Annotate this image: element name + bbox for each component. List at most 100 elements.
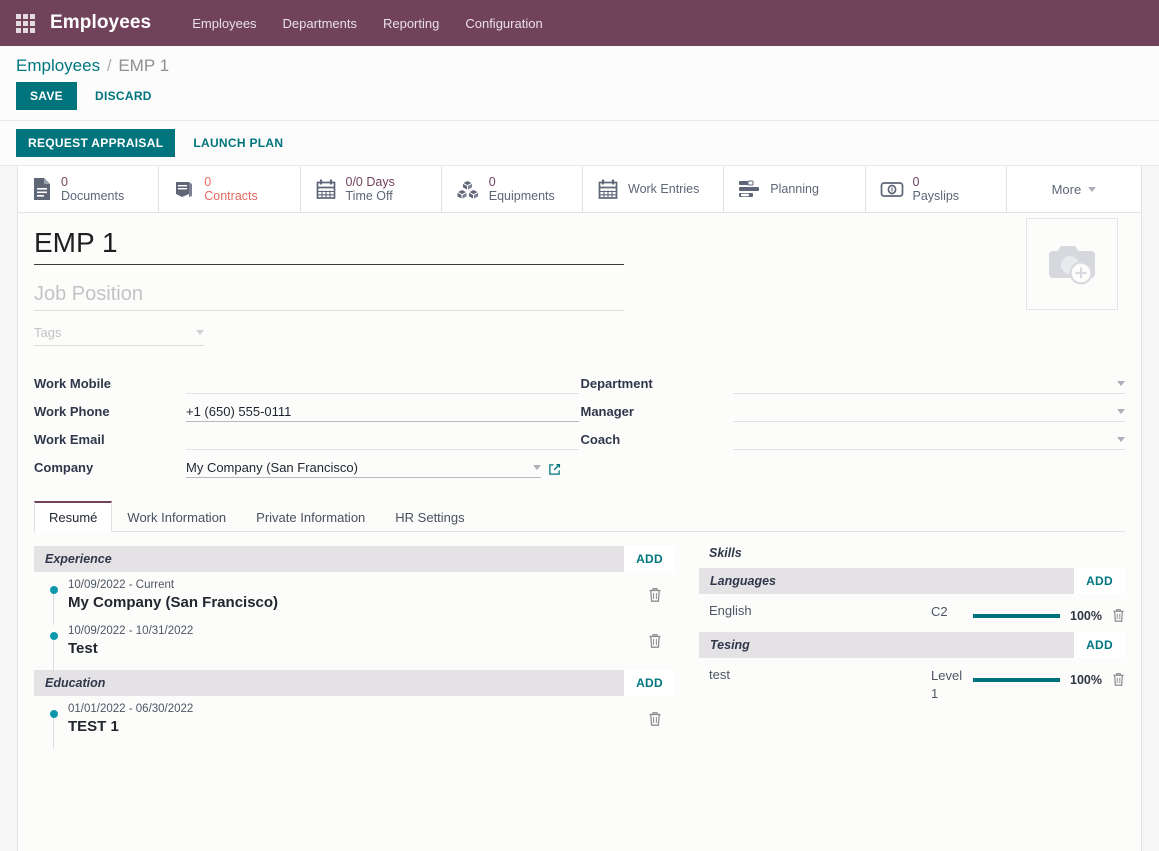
tab-work-information[interactable]: Work Information [112, 501, 241, 532]
field-label-department: Department [580, 376, 653, 391]
add-experience-button[interactable]: ADD [624, 546, 675, 572]
launch-plan-button[interactable]: LAUNCH PLAN [181, 129, 295, 157]
nav-item-departments[interactable]: Departments [270, 10, 370, 37]
field-input-manager[interactable] [732, 402, 1125, 422]
gantt-icon [738, 180, 761, 198]
skill-progress-fill [973, 677, 1061, 682]
field-row-department: Department [580, 366, 1125, 394]
record-title-block: Tags [34, 227, 624, 346]
fields-column-left: Work Mobile Work Phone +1 (650) 555-0111… [34, 366, 579, 478]
nav-item-employees[interactable]: Employees [179, 10, 269, 37]
stat-value-documents: 0 [61, 175, 68, 189]
delete-icon[interactable] [1102, 608, 1125, 623]
stat-button-payslips[interactable]: 0 Payslips [865, 166, 1007, 212]
skills-title: Skills [709, 546, 742, 560]
record-action-buttons: SAVE DISCARD [16, 82, 1143, 120]
app-brand-title[interactable]: Employees [50, 12, 151, 34]
add-education-button[interactable]: ADD [624, 670, 675, 696]
stat-label-contracts: Contracts [204, 189, 258, 203]
field-value-company: My Company (San Francisco) [186, 460, 358, 475]
fields-grid: Work Mobile Work Phone +1 (650) 555-0111… [34, 366, 1125, 478]
book-icon [173, 179, 195, 199]
tags-input[interactable]: Tags [34, 325, 204, 346]
timeline-dot-icon [50, 632, 58, 640]
field-row-coach: Coach [581, 422, 1125, 450]
breadcrumb-root-link[interactable]: Employees [16, 56, 100, 75]
add-tesing-skill-button[interactable]: ADD [1074, 632, 1125, 658]
skill-level: Level 1 [931, 668, 963, 702]
more-button-label: More [1051, 181, 1082, 197]
stat-button-contracts[interactable]: 0 Contracts [159, 166, 301, 212]
field-input-work-email[interactable] [186, 430, 579, 450]
field-input-company[interactable]: My Company (San Francisco) [186, 458, 541, 478]
top-navbar: Employees Employees Departments Reportin… [0, 0, 1159, 46]
chevron-down-icon [1117, 409, 1125, 414]
navbar-menu: Employees Departments Reporting Configur… [179, 10, 555, 37]
skill-percent: 100% [1070, 672, 1102, 687]
skills-group-title-tesing: Tesing [710, 638, 750, 652]
stat-label-payslips: Payslips [912, 189, 960, 203]
stat-button-bar: 0 Documents 0 Contracts 0/0 Days Time Of… [18, 166, 1141, 213]
save-button[interactable]: SAVE [16, 82, 77, 110]
field-input-coach[interactable] [732, 430, 1125, 450]
field-input-department[interactable] [732, 374, 1125, 394]
stat-button-equipments[interactable]: 0 Equipments [441, 166, 583, 212]
stat-button-planning[interactable]: Planning [724, 166, 866, 212]
field-row-work-phone: Work Phone +1 (650) 555-0111 [34, 394, 579, 422]
resume-section-title-education: Education [45, 676, 106, 690]
job-position-input[interactable] [34, 274, 624, 311]
stat-button-more[interactable]: More [1006, 166, 1141, 212]
resume-line-name[interactable]: Test [68, 640, 648, 657]
skill-name: test [709, 667, 730, 682]
stat-value-equipments: 0 [488, 175, 496, 189]
timeline-line [53, 715, 54, 749]
field-input-work-mobile[interactable] [186, 374, 579, 394]
field-row-manager: Manager [581, 394, 1125, 422]
stat-label-work-entries: Work Entries [628, 182, 700, 196]
add-language-skill-button[interactable]: ADD [1074, 568, 1125, 594]
notebook-tabs: Resumé Work Information Private Informat… [34, 500, 1125, 532]
calendar-icon [315, 178, 337, 200]
skill-progress-bar: 100% [973, 667, 1125, 687]
resume-pane: Experience ADD 10/09/2022 - Current My C… [34, 532, 1125, 749]
chevron-down-icon [533, 465, 541, 470]
nav-item-reporting[interactable]: Reporting [370, 10, 452, 37]
field-input-work-phone[interactable]: +1 (650) 555-0111 [186, 402, 579, 422]
delete-icon[interactable] [648, 711, 675, 727]
discard-button[interactable]: DISCARD [83, 82, 164, 110]
resume-line-item: 10/09/2022 - 10/31/2022 Test [34, 618, 675, 671]
action-bar: REQUEST APPRAISAL LAUNCH PLAN [0, 121, 1159, 166]
stat-button-time-off[interactable]: 0/0 Days Time Off [300, 166, 442, 212]
resume-line-name[interactable]: TEST 1 [68, 718, 648, 735]
stat-button-documents[interactable]: 0 Documents [18, 166, 160, 212]
timeline-dot-icon [50, 710, 58, 718]
apps-grid-icon[interactable] [12, 10, 38, 36]
notebook: Resumé Work Information Private Informat… [18, 500, 1141, 749]
stat-button-work-entries[interactable]: Work Entries [583, 166, 725, 212]
nav-item-configuration[interactable]: Configuration [452, 10, 555, 37]
stat-value-time-off: 0/0 Days [345, 175, 395, 189]
field-label-work-email: Work Email [34, 432, 105, 447]
field-row-company: Company My Company (San Francisco) [34, 450, 579, 478]
breadcrumb-current: EMP 1 [118, 56, 170, 75]
field-row-work-email: Work Email [34, 422, 579, 450]
avatar[interactable] [1026, 218, 1118, 310]
delete-icon[interactable] [648, 587, 675, 603]
tab-resume[interactable]: Resumé [34, 501, 113, 532]
resume-column: Experience ADD 10/09/2022 - Current My C… [34, 546, 675, 749]
employee-name-input[interactable] [34, 227, 624, 265]
money-icon [880, 181, 904, 198]
skill-level: C2 [931, 604, 948, 619]
stat-label-planning: Planning [770, 182, 819, 196]
skill-progress-bar: 100% [973, 603, 1125, 623]
tab-hr-settings[interactable]: HR Settings [380, 501, 479, 532]
delete-icon[interactable] [648, 633, 675, 649]
delete-icon[interactable] [1102, 672, 1125, 687]
stat-label-time-off: Time Off [345, 189, 393, 203]
request-appraisal-button[interactable]: REQUEST APPRAISAL [16, 129, 176, 157]
open-company-external-link-icon[interactable] [548, 463, 561, 478]
tab-private-information[interactable]: Private Information [241, 501, 380, 532]
resume-line-date: 10/09/2022 - 10/31/2022 [68, 625, 194, 637]
resume-line-name[interactable]: My Company (San Francisco) [68, 594, 648, 611]
skill-progress-track [973, 677, 1061, 682]
